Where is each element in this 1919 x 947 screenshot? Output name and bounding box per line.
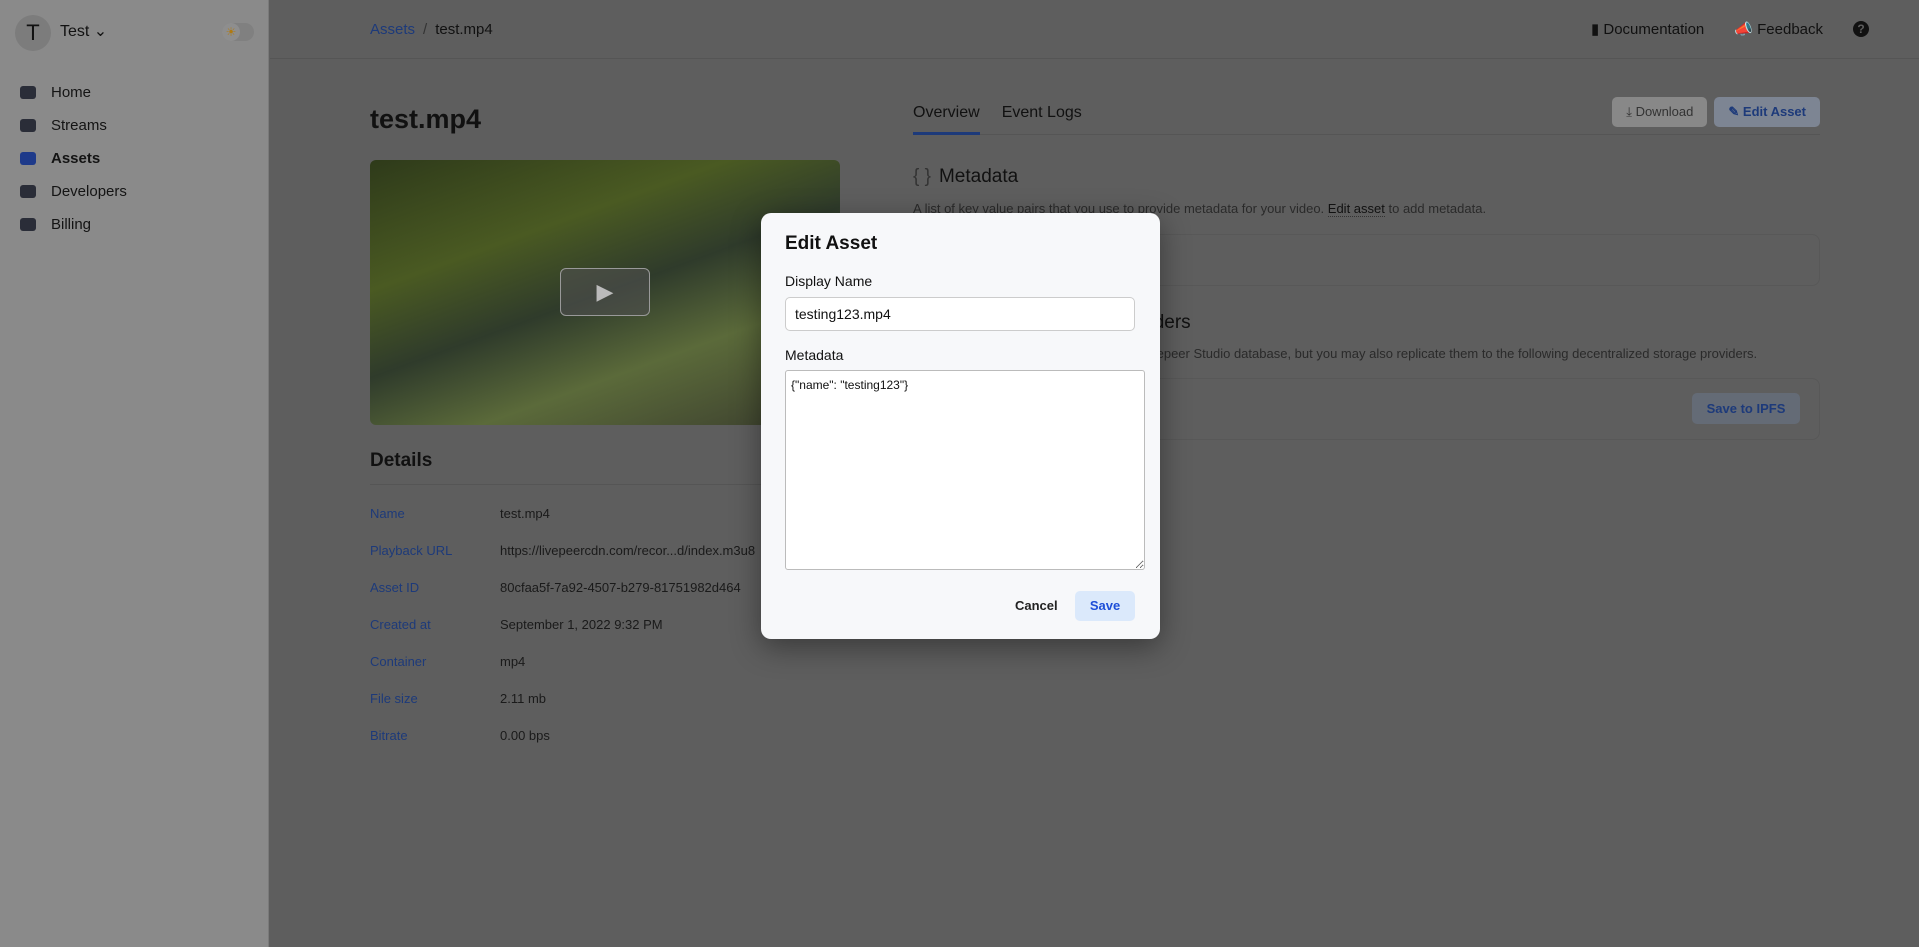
play-icon[interactable]: ▶ <box>560 268 650 316</box>
theme-toggle[interactable]: ☀ <box>222 23 254 41</box>
details-list: Name test.mp4 Playback URL https://livepee… <box>370 506 755 765</box>
sidebar-item-label: Home <box>51 84 92 101</box>
detail-label: Asset ID <box>370 580 420 595</box>
metadata-heading: { } Metadata <box>913 166 1018 188</box>
megaphone-icon: 📣 <box>1734 21 1758 38</box>
detail-label: Name <box>370 506 405 521</box>
display-name-input[interactable] <box>785 297 1135 331</box>
detail-value: September 1, 2022 9:32 PM <box>500 617 663 632</box>
detail-row: Bitrate 0.00 bps <box>370 728 755 765</box>
sidebar-item-label: Assets <box>51 150 101 167</box>
desc-text: to add metadata. <box>1384 201 1487 216</box>
download-icon: ⤓ <box>1626 104 1636 119</box>
tab-overview[interactable]: Overview <box>913 104 980 135</box>
detail-row: Playback URL https://livepeercdn.com/reco… <box>370 543 755 580</box>
metadata-label: Metadata <box>785 347 844 363</box>
sidebar: T Test ⌄ ☀ Home Streams Assets Developer… <box>0 0 269 947</box>
braces-icon: { } <box>913 166 931 187</box>
download-label: Download <box>1635 104 1694 119</box>
sidebar-item-assets[interactable]: Assets <box>20 142 127 175</box>
sidebar-item-home[interactable]: Home <box>20 76 127 109</box>
sidebar-item-streams[interactable]: Streams <box>20 109 127 142</box>
workspace-name: Test <box>60 23 90 40</box>
sidebar-item-developers[interactable]: Developers <box>20 175 127 208</box>
detail-value: 0.00 bps <box>500 728 550 743</box>
edit-asset-button[interactable]: ✎ Edit Asset <box>1714 97 1820 127</box>
detail-value: mp4 <box>500 654 526 669</box>
detail-row: Asset ID 80cfaa5f-7a92-4507-b279-81751982… <box>370 580 755 617</box>
metadata-textarea[interactable]: {"name": "testing123"} <box>785 370 1145 570</box>
feedback-link[interactable]: 📣 Feedback <box>1734 20 1823 38</box>
dialog-title: Edit Asset <box>785 233 878 254</box>
sidebar-item-label: Billing <box>51 216 92 233</box>
sidebar-item-label: Developers <box>51 183 127 200</box>
storage-description: Livepeer Studio database, but you may al… <box>1140 346 1758 361</box>
detail-value: 80cfaa5f-7a92-4507-b279-81751982d464 <box>500 580 741 595</box>
header: Assets / test.mp4 ▮ Documentation 📣 Feedba… <box>270 0 1919 59</box>
display-name-label: Display Name <box>785 273 873 289</box>
tab-event-logs[interactable]: Event Logs <box>1002 104 1082 135</box>
sun-icon: ☀ <box>222 23 240 41</box>
assets-icon <box>20 152 36 165</box>
documentation-link[interactable]: ▮ Documentation <box>1591 20 1704 38</box>
metadata-title: Metadata <box>938 166 1019 187</box>
breadcrumb-current: test.mp4 <box>435 21 493 38</box>
detail-row: File size 2.11 mb <box>370 691 755 728</box>
book-icon: ▮ <box>1590 21 1604 38</box>
detail-label: File size <box>370 691 418 706</box>
save-to-ipfs-button[interactable]: Save to IPFS <box>1692 393 1800 424</box>
billing-icon <box>20 218 36 231</box>
edit-asset-dialog: Edit Asset Display Name Metadata {"name"… <box>761 213 1160 639</box>
detail-row: Created at September 1, 2022 9:32 PM <box>370 617 755 654</box>
save-button[interactable]: Save <box>1075 591 1135 621</box>
detail-label: Container <box>370 654 427 669</box>
breadcrumb: Assets / test.mp4 <box>370 21 493 38</box>
detail-value: 2.11 mb <box>500 691 547 706</box>
cancel-button[interactable]: Cancel <box>1001 591 1072 621</box>
workspace-switcher[interactable]: Test ⌄ <box>60 21 107 41</box>
chevron-down-icon: ⌄ <box>93 23 108 40</box>
feedback-label: Feedback <box>1757 21 1823 38</box>
sidebar-item-label: Streams <box>51 117 107 134</box>
detail-label: Playback URL <box>370 543 453 558</box>
detail-value[interactable]: https://livepeercdn.com/recor...d/index.… <box>500 543 755 580</box>
breadcrumb-assets[interactable]: Assets <box>370 21 415 38</box>
home-icon <box>20 86 36 99</box>
help-icon[interactable]: ? <box>1853 21 1869 37</box>
detail-row: Name test.mp4 <box>370 506 755 543</box>
download-button[interactable]: ⤓ Download <box>1612 97 1708 127</box>
sidebar-item-billing[interactable]: Billing <box>20 208 127 241</box>
detail-label: Bitrate <box>370 728 408 743</box>
detail-label: Created at <box>370 617 431 632</box>
page-title: test.mp4 <box>370 104 482 134</box>
edit-asset-link[interactable]: Edit asset <box>1327 201 1385 217</box>
detail-value: test.mp4 <box>500 506 550 521</box>
streams-icon <box>20 119 36 132</box>
pencil-icon: ✎ <box>1728 104 1743 119</box>
avatar[interactable]: T <box>15 15 51 51</box>
terminal-icon <box>20 185 36 198</box>
detail-row: Container mp4 <box>370 654 755 691</box>
edit-label: Edit Asset <box>1742 104 1806 119</box>
documentation-label: Documentation <box>1603 21 1705 38</box>
